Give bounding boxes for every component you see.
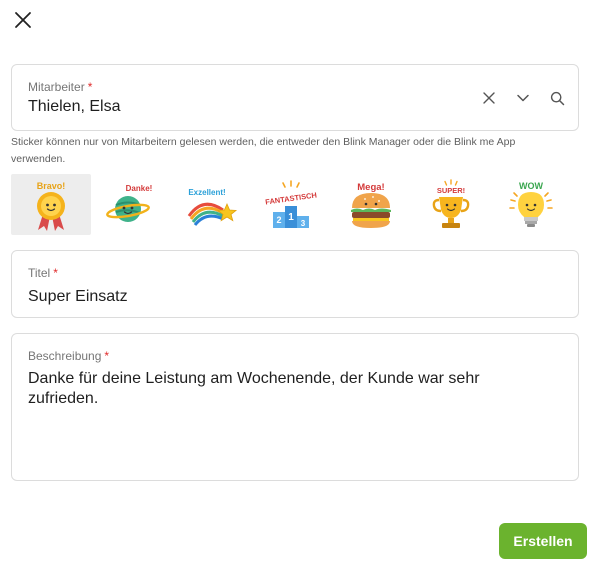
- required-asterisk: *: [104, 349, 110, 363]
- sticker-exzellent[interactable]: Exzellent!: [171, 174, 251, 235]
- sticker-wow-label: WOW: [519, 181, 543, 191]
- description-text: Danke für deine Leistung am Wochenende, …: [28, 370, 480, 407]
- burger-sticker-icon: Mega!: [351, 182, 391, 228]
- podium-first: 1: [288, 212, 294, 223]
- podium-third: 3: [301, 219, 306, 228]
- description-field[interactable]: Beschreibung * Danke für deine Leistung a…: [11, 333, 579, 481]
- sticker-bravo-label: Bravo!: [37, 181, 66, 191]
- search-button[interactable]: [548, 89, 566, 107]
- title-label: Titel *: [28, 266, 58, 280]
- required-asterisk: *: [53, 266, 58, 280]
- podium-second: 2: [276, 215, 281, 225]
- employee-value: Thielen, Elsa: [28, 98, 121, 115]
- sticker-mega[interactable]: Mega!: [331, 174, 411, 235]
- sticker-picker: Bravo! Danke! Exzellent! FANTASTISCH 1 2…: [11, 174, 571, 235]
- sticker-hint-text: Sticker können nur von Mitarbeitern gele…: [11, 136, 516, 165]
- close-icon: [15, 12, 31, 28]
- sticker-danke-label: Danke!: [126, 184, 153, 193]
- sticker-mega-label: Mega!: [357, 182, 384, 193]
- search-icon: [550, 91, 564, 105]
- sticker-super-label: SUPER!: [437, 186, 465, 195]
- sticker-super[interactable]: SUPER!: [411, 174, 491, 235]
- title-input-value: Super Einsatz: [28, 288, 128, 305]
- dropdown-toggle[interactable]: [514, 89, 532, 107]
- sticker-exzellent-label: Exzellent!: [188, 188, 225, 197]
- podium-sticker-icon: FANTASTISCH 1 2 3: [265, 179, 318, 228]
- clear-icon: [483, 92, 495, 104]
- medal-sticker-icon: Bravo!: [37, 181, 66, 231]
- required-asterisk: *: [87, 80, 93, 94]
- title-field[interactable]: Titel * Super Einsatz: [11, 250, 579, 318]
- description-label: Beschreibung *: [28, 349, 110, 363]
- employee-label: Mitarbeiter *: [28, 80, 93, 94]
- trophy-sticker-icon: SUPER!: [432, 178, 470, 228]
- sticker-bravo[interactable]: Bravo!: [11, 174, 91, 235]
- sticker-danke[interactable]: Danke!: [91, 174, 171, 235]
- clear-button[interactable]: [480, 89, 498, 107]
- create-button[interactable]: Erstellen: [499, 523, 587, 559]
- employee-select[interactable]: Mitarbeiter * Thielen, Elsa: [11, 64, 579, 131]
- sticker-fantastisch[interactable]: FANTASTISCH 1 2 3: [251, 174, 331, 235]
- sticker-fantastisch-label: FANTASTISCH: [265, 190, 318, 206]
- chevron-down-icon: [517, 94, 529, 102]
- close-button[interactable]: [12, 9, 34, 31]
- sticker-wow[interactable]: WOW: [491, 174, 571, 235]
- lightbulb-sticker-icon: WOW: [509, 181, 553, 227]
- planet-sticker-icon: Danke!: [106, 184, 153, 222]
- rainbow-star-sticker-icon: Exzellent!: [187, 188, 238, 226]
